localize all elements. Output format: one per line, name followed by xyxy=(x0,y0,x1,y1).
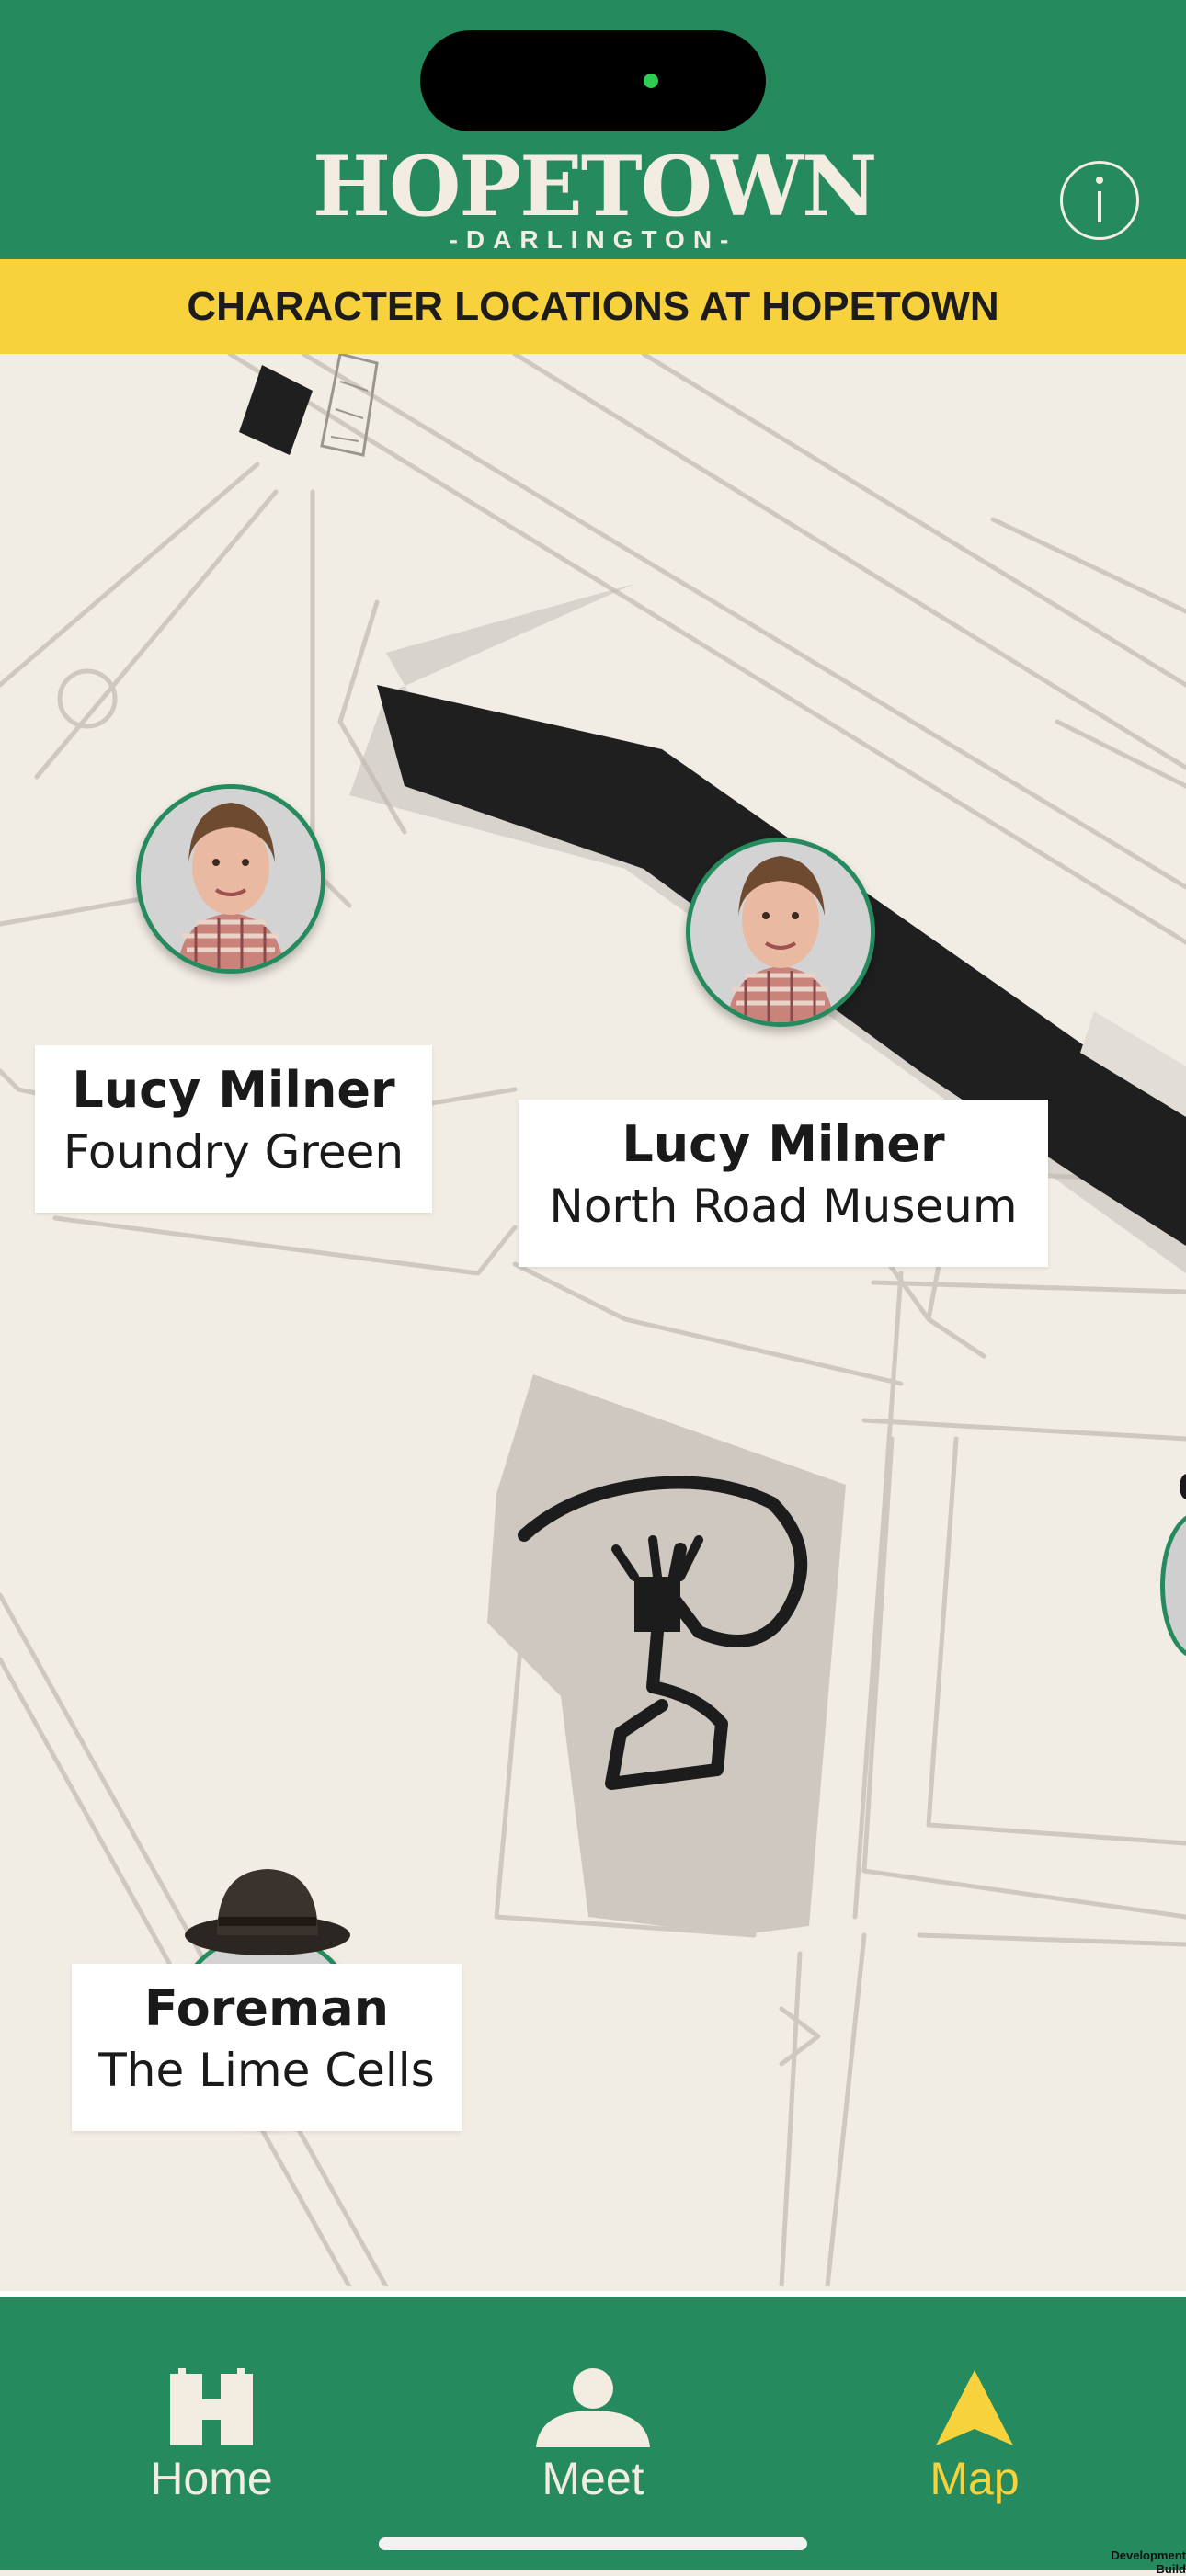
dynamic-island xyxy=(420,30,766,131)
tab-label: Home xyxy=(150,2453,273,2504)
character-label-foundry-green[interactable]: Lucy Milner Foundry Green xyxy=(35,1045,432,1213)
tab-map[interactable]: Map xyxy=(837,2297,1112,2517)
lucy-milner-portrait xyxy=(690,842,871,1022)
home-indicator[interactable] xyxy=(379,2537,807,2550)
foreman-hat xyxy=(185,1869,350,1955)
map-view[interactable]: Lucy Milner Foundry Green Lucy Milner No… xyxy=(0,354,1186,2286)
character-name: Lucy Milner xyxy=(72,1061,395,1119)
hopetown-logo: HOPETOWN -DARLINGTON- xyxy=(313,138,877,254)
character-marker-foundry-green[interactable] xyxy=(35,784,432,1078)
development-build-label: Development Build xyxy=(1111,2548,1186,2576)
page-title-banner: CHARACTER LOCATIONS AT HOPETOWN xyxy=(0,259,1186,354)
tab-label: Map xyxy=(929,2453,1020,2504)
navigation-arrow-icon xyxy=(936,2370,1013,2445)
lucy-milner-portrait xyxy=(141,789,321,969)
character-label-north-road-museum[interactable]: Lucy Milner North Road Museum xyxy=(519,1100,1048,1267)
info-button[interactable] xyxy=(1060,161,1139,240)
tab-home[interactable]: Home xyxy=(74,2297,349,2517)
tab-meet[interactable]: Meet xyxy=(455,2297,731,2517)
character-name: Lucy Milner xyxy=(622,1115,945,1173)
bottom-tab-bar: Home Meet Map xyxy=(0,2291,1186,2570)
character-location: North Road Museum xyxy=(549,1180,1018,1233)
hopetown-h-icon xyxy=(170,2368,253,2445)
lucy-milner-avatar[interactable] xyxy=(136,784,325,974)
logo-title: HOPETOWN xyxy=(313,138,877,235)
character-location: The Lime Cells xyxy=(98,2044,435,2097)
person-icon xyxy=(536,2368,650,2447)
lucy-milner-avatar[interactable] xyxy=(686,838,875,1027)
camera-indicator-dot xyxy=(644,74,658,88)
character-label-the-lime-cells[interactable]: Foreman The Lime Cells xyxy=(72,1964,462,2131)
character-name: Foreman xyxy=(143,1979,390,2037)
app-header: HOPETOWN -DARLINGTON- xyxy=(0,0,1186,259)
character-location: Foundry Green xyxy=(63,1125,405,1179)
info-icon xyxy=(1096,177,1103,222)
tab-label: Meet xyxy=(542,2453,644,2504)
